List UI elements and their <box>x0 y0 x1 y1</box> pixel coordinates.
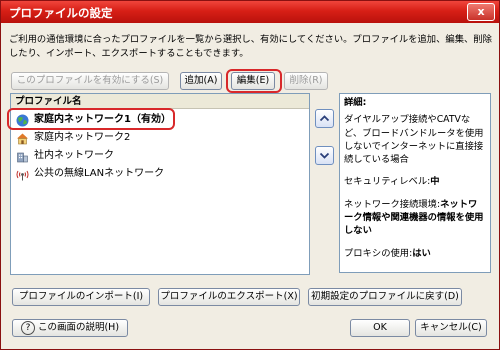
edit-button[interactable]: 編集(E) <box>231 72 275 90</box>
profile-settings-dialog: プロファイルの設定 x ご利用の通信環境に合ったプロファイルを一覧から選択し、有… <box>0 0 500 350</box>
move-down-button[interactable] <box>315 146 334 165</box>
chevron-down-icon <box>319 152 330 159</box>
close-button[interactable]: x <box>467 3 495 21</box>
move-up-button[interactable] <box>315 109 334 128</box>
details-panel: 詳細: ダイヤルアップ接続やCATVなど、ブロードバンドルータを使用しないでイン… <box>339 93 491 273</box>
list-item-label: 家庭内ネットワーク2 <box>34 132 131 143</box>
details-heading: 詳細: <box>344 97 367 108</box>
help-icon: ? <box>20 320 35 335</box>
wireless-icon <box>16 170 29 181</box>
security-level-label: セキュリティレベル: <box>344 176 431 188</box>
activate-profile-button[interactable]: このプロファイルを有効にする(S) <box>11 72 169 90</box>
house-icon <box>17 133 28 145</box>
list-item[interactable]: 公共の無線LANネットワーク <box>14 165 306 183</box>
network-environment-label: ネットワーク接続環境: <box>344 198 441 210</box>
help-button[interactable]: ? この画面の説明(H) <box>12 319 128 337</box>
connection-description: ダイヤルアップ接続やCATVなど、ブロードバンドルータを使用しないでインターネッ… <box>344 114 484 166</box>
window-title: プロファイルの設定 <box>9 6 113 20</box>
security-level: セキュリティレベル:中 <box>344 175 486 188</box>
building-icon <box>17 152 28 163</box>
network-environment: ネットワーク接続環境:ネットワーク情報や関連機器の情報を使用しない <box>344 198 486 238</box>
proxy-usage-value: はい <box>412 247 431 259</box>
list-item-label: 公共の無線LANネットワーク <box>34 168 165 179</box>
list-header[interactable]: プロファイル名 <box>11 94 309 109</box>
title-bar[interactable]: プロファイルの設定 x <box>1 1 499 23</box>
chevron-up-icon <box>319 115 330 122</box>
description-text: ご利用の通信環境に合ったプロファイルを一覧から選択し、有効にしてください。プロフ… <box>9 34 492 59</box>
list-item[interactable]: 家庭内ネットワーク2 <box>14 129 306 147</box>
close-icon: x <box>477 5 485 18</box>
list-item[interactable]: 社内ネットワーク <box>14 147 306 165</box>
security-level-value: 中 <box>430 176 440 188</box>
list-item-label: 社内ネットワーク <box>34 150 114 161</box>
proxy-usage: プロキシの使用:はい <box>344 247 486 260</box>
export-profile-button[interactable]: プロファイルのエクスポート(X) <box>158 288 300 306</box>
restore-default-button[interactable]: 初期設定のプロファイルに戻す(D) <box>308 288 462 306</box>
add-button[interactable]: 追加(A) <box>180 72 222 90</box>
ok-button[interactable]: OK <box>350 319 410 337</box>
selected-item-highlight <box>7 108 175 130</box>
cancel-button[interactable]: キャンセル(C) <box>415 319 487 337</box>
delete-button[interactable]: 削除(R) <box>284 72 328 90</box>
help-button-label: この画面の説明(H) <box>37 322 120 333</box>
import-profile-button[interactable]: プロファイルのインポート(I) <box>12 288 150 306</box>
proxy-usage-label: プロキシの使用: <box>344 247 413 259</box>
